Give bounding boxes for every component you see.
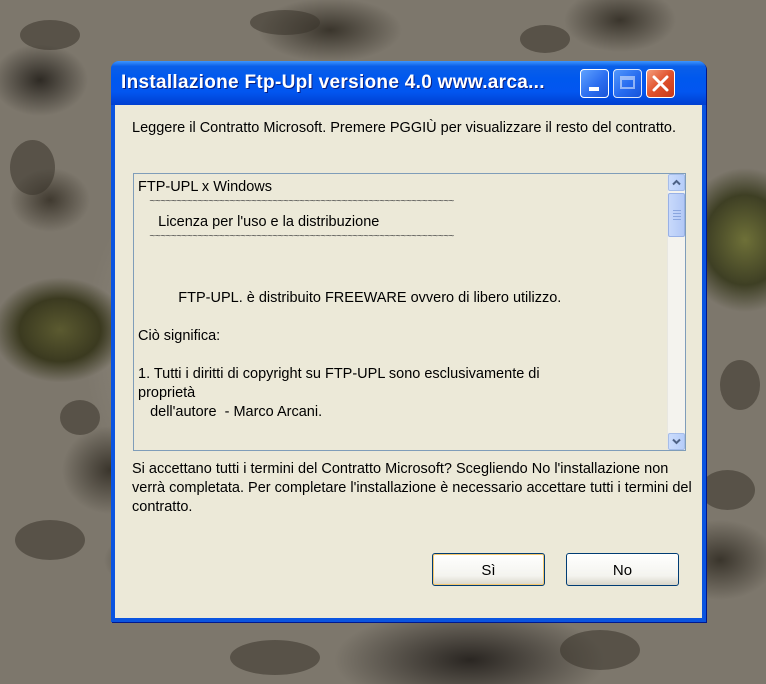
maximize-icon: [620, 76, 635, 89]
yes-button[interactable]: Sì: [432, 553, 545, 586]
close-button[interactable]: [646, 69, 675, 98]
installer-window: Installazione Ftp-Upl versione 4.0 www.a…: [111, 61, 706, 622]
intro-text: Leggere il Contratto Microsoft. Premere …: [132, 120, 676, 136]
license-line: dell'autore - Marco Arcani.: [138, 404, 323, 420]
scroll-up-button[interactable]: [668, 174, 685, 191]
maximize-button[interactable]: [613, 69, 642, 98]
dialog-body: Leggere il Contratto Microsoft. Premere …: [115, 105, 702, 618]
license-line: FTP-UPL. è distribuito FREEWARE ovvero d…: [138, 290, 562, 306]
vertical-scrollbar[interactable]: [667, 174, 685, 450]
scroll-thumb[interactable]: [668, 193, 685, 237]
question-text: Si accettano tutti i termini del Contrat…: [132, 461, 692, 515]
license-line: [138, 242, 658, 261]
window-title: Installazione Ftp-Upl versione 4.0 www.a…: [121, 72, 545, 93]
chevron-up-icon: [672, 179, 681, 186]
license-line: proprietà: [138, 385, 196, 401]
title-bar[interactable]: Installazione Ftp-Upl versione 4.0 www.a…: [111, 61, 706, 105]
license-text: FTP-UPL x Windows ~~~~~~~~~~~~~~~~~~~~~~…: [138, 178, 658, 422]
license-line: [138, 308, 658, 327]
scroll-down-button[interactable]: [668, 433, 685, 450]
license-line: [138, 346, 658, 365]
license-line: Ciò significa:: [138, 328, 221, 344]
license-divider: ~~~~~~~~~~~~~~~~~~~~~~~~~~~~~~~~~~~~~~~~…: [138, 196, 454, 207]
license-line: Licenza per l'uso e la distribuzione: [138, 214, 380, 230]
license-divider: ~~~~~~~~~~~~~~~~~~~~~~~~~~~~~~~~~~~~~~~~…: [138, 231, 454, 242]
close-icon: [652, 75, 669, 92]
license-line: FTP-UPL x Windows: [138, 179, 273, 195]
license-textbox[interactable]: FTP-UPL x Windows ~~~~~~~~~~~~~~~~~~~~~~…: [133, 173, 686, 451]
license-line: [138, 261, 658, 289]
license-line: 1. Tutti i diritti di copyright su FTP-U…: [138, 366, 540, 382]
no-button[interactable]: No: [566, 553, 679, 586]
chevron-down-icon: [672, 438, 681, 445]
minimize-button[interactable]: [580, 69, 609, 98]
minimize-icon: [589, 87, 599, 91]
